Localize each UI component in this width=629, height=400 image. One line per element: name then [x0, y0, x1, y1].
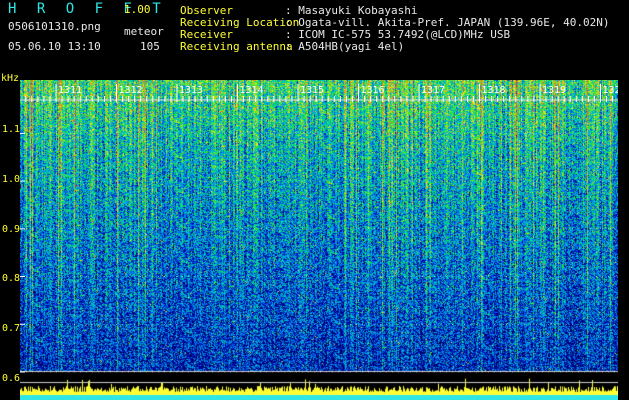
info-value-antenna: : A504HB(yagi 4el) [285, 40, 405, 53]
info-key-antenna: Receiving antenna [180, 40, 293, 53]
x-tick-label: 1312 [119, 85, 143, 96]
x-tick-label: 1311 [58, 85, 82, 96]
y-tick-label: 1.1 [2, 124, 21, 135]
x-tick-label: 1317 [421, 85, 445, 96]
x-tick-label: 1319 [542, 85, 566, 96]
x-tick-label: 1314 [240, 85, 264, 96]
x-tick-label: 1316 [361, 85, 385, 96]
info-value-location: : Ogata-vill. Akita-Pref. JAPAN (139.96E… [285, 16, 610, 29]
x-tick-label: 1318 [482, 85, 506, 96]
hrofft-screen: H R O F F T 1.00 0506101310.png meteor 0… [0, 0, 629, 400]
x-tick-label: 1313 [179, 85, 203, 96]
info-value-receiver: : ICOM IC-575 53.7492(@LCD)MHz USB [285, 28, 511, 41]
spectrogram-panel: 1311 1312 1313 1314 1315 1316 1317 1318 1319 1320 [20, 80, 618, 400]
capture-datetime: 05.06.10 13:10 [8, 40, 101, 53]
y-tick-label: 0.8 [2, 273, 21, 284]
x-tick-label: 1315 [300, 85, 324, 96]
y-tick-label: 0.9 [2, 224, 21, 235]
image-filename: 0506101310.png [8, 20, 101, 33]
app-version: 1.00 [124, 3, 151, 16]
info-key-receiver: Receiver [180, 28, 233, 41]
y-tick-label: 0.6 [2, 373, 21, 384]
spectrogram-overlay: 1311 1312 1313 1314 1315 1316 1317 1318 1319 1320 [20, 84, 619, 373]
y-tick-label: 1.0 [2, 174, 21, 185]
y-tick-label: 0.7 [2, 323, 21, 334]
info-key-observer: Observer [180, 4, 233, 17]
meteor-label: meteor [124, 25, 164, 38]
info-key-location: Receiving Location [180, 16, 300, 29]
x-tick-label: 1320 [603, 85, 619, 96]
meteor-count: 105 [140, 40, 160, 53]
info-value-observer: : Masayuki Kobayashi [285, 4, 418, 17]
y-axis-unit-label: kHz [1, 73, 20, 84]
